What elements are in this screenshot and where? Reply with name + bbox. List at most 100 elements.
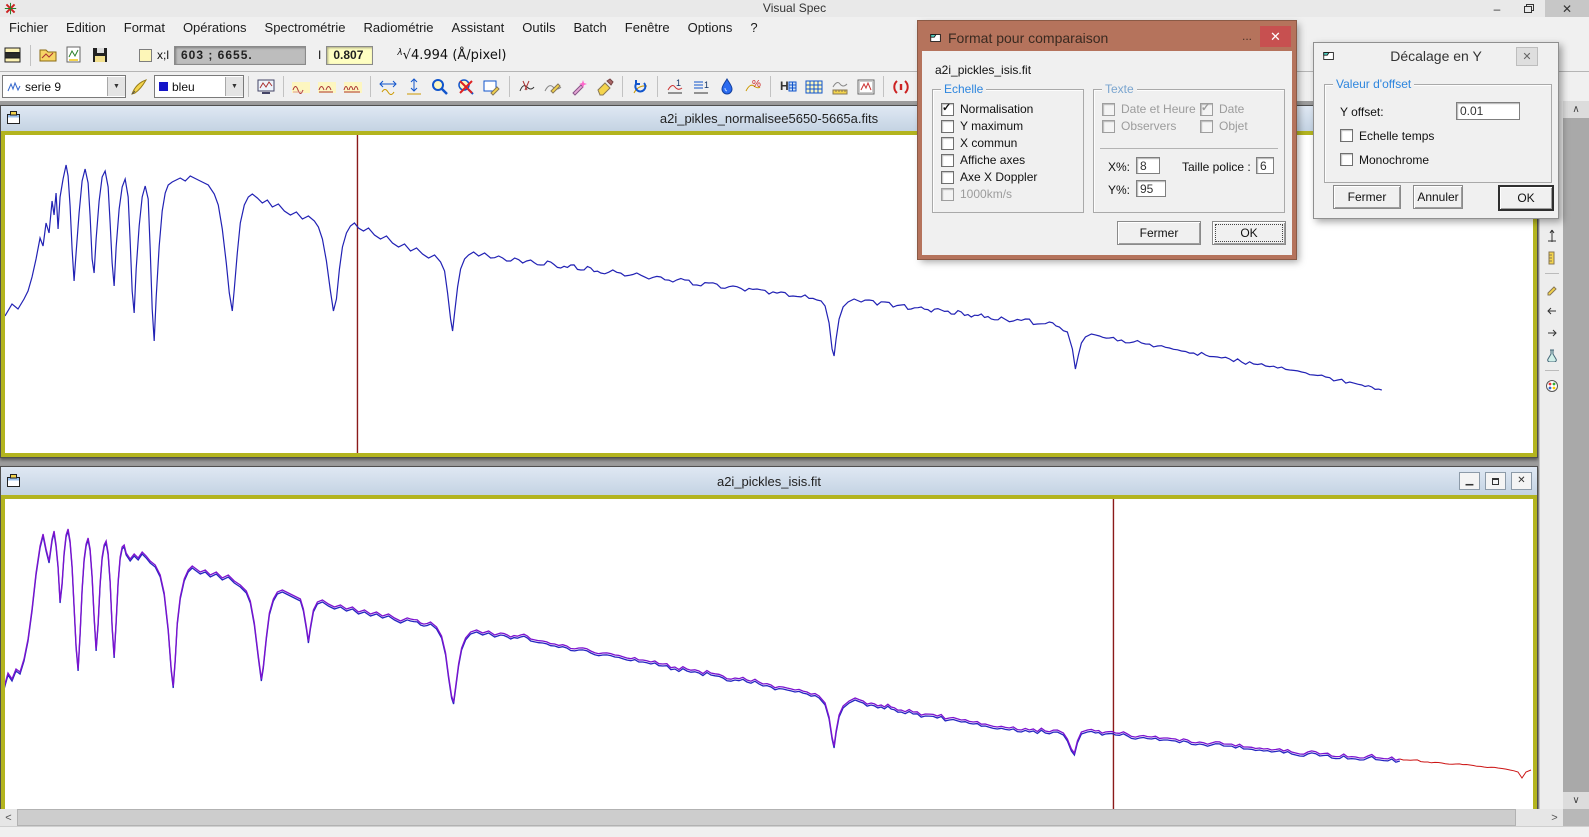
window1-titlebar[interactable]: a2i_pikles_normalisee5650-5665a.fits [1,106,1537,132]
shift-vertical-button[interactable] [401,74,427,99]
reference-lines-button[interactable]: 1 [688,74,714,99]
normalize-one-button[interactable]: 1 [662,74,688,99]
coord-checkbox[interactable] [139,49,152,62]
shift-horizontal-button[interactable] [375,74,401,99]
checkbox-box[interactable] [1340,153,1353,166]
annotate-star-button[interactable] [566,74,592,99]
menu-edition[interactable]: Edition [57,17,115,39]
ok-button[interactable]: OK [1498,185,1554,211]
offset-dialog-titlebar[interactable]: Décalage en Y ✕ [1314,43,1558,69]
checkbox-box[interactable] [941,103,954,116]
window2-restore-button[interactable] [1485,472,1506,490]
chart-file-button[interactable] [61,43,87,68]
checkbox-y-maximum[interactable]: Y maximum [941,118,1081,134]
y-percent-field[interactable]: 95 [1136,180,1166,197]
save-icon [90,45,110,65]
checkbox-affiche-axes[interactable]: Affiche axes [941,152,1081,168]
format-dialog-close-button[interactable]: ✕ [1260,26,1291,47]
framed-profile-button[interactable] [853,74,879,99]
menu-outils[interactable]: Outils [513,17,564,39]
sound-red-button[interactable] [888,74,914,99]
offset-dialog-close-button[interactable]: ✕ [1516,47,1538,66]
spectrum-window-1[interactable]: a2i_pikles_normalisee5650-5665a.fits [0,105,1538,458]
flask-button[interactable] [1545,348,1559,362]
checkbox-monochrome[interactable]: Monochrome [1340,148,1434,171]
fermer-button[interactable]: Fermer [1333,185,1401,209]
checkbox-axe-x-doppler[interactable]: Axe X Doppler [941,169,1081,185]
close-button[interactable]: ✕ [1545,0,1589,17]
checkbox-x-commun[interactable]: X commun [941,135,1081,151]
window2-minimize-button[interactable]: ▁ [1459,472,1480,490]
edit-window-button[interactable] [479,74,505,99]
menu-radiom-trie[interactable]: Radiométrie [354,17,442,39]
menu-format[interactable]: Format [115,17,174,39]
font-size-field[interactable]: 6 [1256,157,1274,174]
profile-two-button[interactable] [314,74,340,99]
menu-options[interactable]: Options [679,17,742,39]
pen-button[interactable] [126,74,152,99]
menu-assistant[interactable]: Assistant [443,17,514,39]
vertical-scrollbar[interactable]: ∧ ∨ [1563,101,1589,809]
checkbox-box[interactable] [1340,129,1353,142]
x-percent-field[interactable]: 8 [1136,157,1160,174]
ruler-profile-button[interactable] [827,74,853,99]
tiny-arrow-right-button[interactable] [1545,326,1559,340]
spectrum-chart-1[interactable] [1,131,1537,457]
spectrum-chart-2[interactable] [1,495,1537,810]
ok-button[interactable]: OK [1212,221,1286,245]
checkbox-box[interactable] [941,120,954,133]
scroll-right-icon[interactable]: > [1546,809,1563,826]
maximize-button[interactable] [1513,0,1545,17]
ruler-vertical-button[interactable] [1545,251,1559,265]
menu-op-rations[interactable]: Opérations [174,17,256,39]
format-dialog-titlebar[interactable]: Format pour comparaison ... ✕ [922,25,1292,51]
divide-percent-button[interactable]: % [740,74,766,99]
profile-three-button[interactable] [340,74,366,99]
menu-batch[interactable]: Batch [565,17,616,39]
app-titlebar[interactable]: Visual Spec – ✕ [0,0,1589,17]
checkbox-box[interactable] [941,137,954,150]
monitor-profile-button[interactable] [253,74,279,99]
y-offset-field[interactable]: 0.01 [1456,102,1520,120]
menu-fichier[interactable]: Fichier [0,17,57,39]
color-combobox[interactable]: bleu ▼ [154,75,244,98]
stacked-profiles-button[interactable] [0,43,26,68]
series-combobox[interactable]: serie 9 ▼ [2,75,126,98]
menu-[interactable]: ? [741,17,766,39]
scroll-left-icon[interactable]: < [0,809,17,826]
scroll-down-icon[interactable]: ∨ [1563,792,1589,809]
window2-titlebar[interactable]: a2i_pickles_isis.fit ▁ ✕ [1,467,1537,496]
small-pencil-button[interactable] [1545,282,1559,296]
water-drop-button[interactable] [714,74,740,99]
fermer-button[interactable]: Fermer [1117,221,1201,245]
periodic-table-button[interactable] [801,74,827,99]
checkbox-normalisation[interactable]: Normalisation [941,101,1081,117]
element-h-button[interactable]: H [775,74,801,99]
checkbox-box[interactable] [941,154,954,167]
draw-profile-button[interactable] [540,74,566,99]
minimize-button[interactable]: – [1481,0,1513,17]
tiny-arrow-left-button[interactable] [1545,304,1559,318]
zoom-in-button[interactable] [427,74,453,99]
checkbox-echelle-temps[interactable]: Echelle temps [1340,124,1434,147]
zoom-cancel-button[interactable] [453,74,479,99]
annuler-button[interactable]: Annuler [1413,185,1463,209]
horizontal-scrollbar[interactable]: < > [0,809,1563,826]
menu-spectrom-trie[interactable]: Spectrométrie [256,17,355,39]
checkbox-box[interactable] [941,171,954,184]
save-button[interactable] [87,43,113,68]
open-folder-button[interactable] [35,43,61,68]
menu-fen-tre[interactable]: Fenêtre [616,17,679,39]
chevron-down-icon[interactable]: ▼ [107,77,125,96]
profile-one-button[interactable] [288,74,314,99]
erase-brush-button[interactable] [592,74,618,99]
y-axis-button[interactable] [1545,229,1559,243]
horizontal-scroll-thumb[interactable] [17,809,1516,826]
spectrum-window-2[interactable]: a2i_pickles_isis.fit ▁ ✕ [0,466,1538,811]
cut-profile-button[interactable] [514,74,540,99]
scroll-up-icon[interactable]: ∧ [1563,101,1589,118]
palette-button[interactable] [1545,379,1559,393]
undo-curve-button[interactable] [627,74,653,99]
chevron-down-icon[interactable]: ▼ [225,77,243,96]
window2-close-button[interactable]: ✕ [1511,472,1532,490]
